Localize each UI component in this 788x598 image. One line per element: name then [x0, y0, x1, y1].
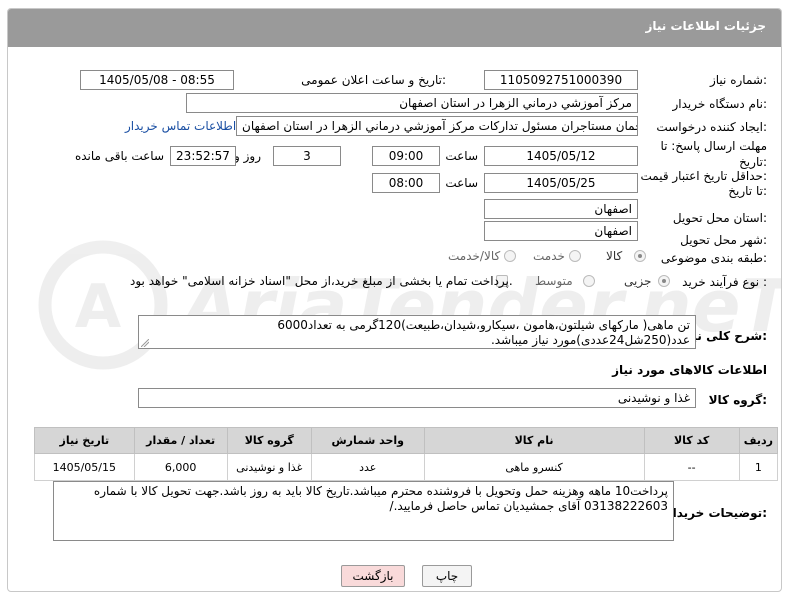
treasury-bonds-note: پرداخت تمام یا بخشی از مبلغ خرید،از محل … [130, 274, 513, 288]
goods-group-field: غذا و نوشیدنی [138, 388, 696, 408]
items-table-header-row: ردیف کد کالا نام کالا واحد شمارش گروه کا… [34, 427, 779, 454]
back-button[interactable]: بازگشت [341, 565, 405, 587]
items-table: ردیف کد کالا نام کالا واحد شمارش گروه کا… [34, 427, 779, 481]
need-number-field: 1105092751000390 [484, 70, 638, 90]
remaining-time-label: ساعت باقی مانده [74, 149, 164, 163]
price-validity-date-field: 1405/05/25 [484, 173, 638, 193]
col-header-code: کد کالا [643, 427, 740, 454]
category-radio-service[interactable] [569, 250, 581, 262]
reply-deadline-time-field: 09:00 [372, 146, 440, 166]
cell-unit: عدد [310, 453, 425, 481]
col-header-quantity: تعداد / مقدار [133, 427, 228, 454]
goods-info-title: اطلاعات کالاهای مورد نیاز [612, 363, 767, 377]
description-textarea: تن ماهی( مارکهای شیلتون،هامون ،سیکارو،شی… [138, 315, 696, 349]
print-button[interactable]: چاپ [422, 565, 472, 587]
reply-deadline-label-line1: مهلت ارسال پاسخ: تا [660, 139, 767, 153]
buyer-notes-label: توضیحات خریدار: [665, 506, 767, 520]
buyer-notes-textarea: پرداخت10 ماهه وهزینه حمل وتحویل با فروشن… [53, 481, 674, 541]
requester-field: رحمان مستاجران مسئول تدارکات مرکز آموزشي… [236, 116, 638, 136]
resize-grip-icon[interactable] [141, 339, 149, 347]
remaining-days-field: 3 [273, 146, 341, 166]
reply-deadline-label-line2: تاریخ: [739, 155, 767, 169]
buyer-org-field: مرکز آموزشي درماني الزهرا در استان اصفها… [186, 93, 638, 113]
reply-deadline-date-field: 1405/05/12 [484, 146, 638, 166]
cell-group: غذا و نوشیدنی [226, 453, 312, 481]
col-header-group: گروه کالا [226, 427, 312, 454]
cell-code: -- [643, 453, 740, 481]
col-header-unit: واحد شمارش [310, 427, 425, 454]
description-text: تن ماهی( مارکهای شیلتون،هامون ،سیکارو،شی… [277, 318, 690, 347]
price-validity-label-line1: حداقل تاریخ اعتبار قیمت: [640, 169, 767, 183]
category-option-goods-service[interactable]: کالا/خدمت [448, 249, 500, 263]
cell-need-date: 1405/05/15 [34, 453, 135, 481]
panel-title: جزئیات اطلاعات نیاز [645, 19, 766, 33]
buyer-contact-link[interactable]: اطلاعات تماس خریدار [125, 119, 236, 133]
cell-quantity: 6,000 [133, 453, 228, 481]
process-radio-medium[interactable] [583, 275, 595, 287]
process-option-minor[interactable]: جزیی [624, 274, 651, 288]
remaining-days-label: روز و [234, 149, 261, 163]
category-option-goods[interactable]: کالا [606, 249, 622, 263]
price-validity-time-label: ساعت [445, 176, 478, 190]
panel-header: جزئیات اطلاعات نیاز [8, 9, 781, 47]
cell-row-number: 1 [738, 453, 779, 481]
process-option-medium[interactable]: متوسط [535, 274, 573, 288]
delivery-province-field: اصفهان [484, 199, 638, 219]
buyer-notes-text: پرداخت10 ماهه وهزینه حمل وتحویل با فروشن… [93, 484, 668, 513]
buyer-org-label: نام دستگاه خریدار: [672, 97, 768, 111]
svg-text:A: A [75, 272, 122, 342]
reply-deadline-time-label: ساعت [445, 149, 478, 163]
need-number-label: شماره نیاز: [709, 73, 767, 87]
remaining-time-field: 23:52:57 [170, 146, 236, 166]
requester-label: ایجاد کننده درخواست: [656, 120, 767, 134]
purchase-process-label: نوع فرآیند خرید : [682, 275, 767, 289]
col-header-row: ردیف [738, 427, 779, 454]
announce-datetime-label: تاریخ و ساعت اعلان عمومی: [301, 73, 446, 87]
table-row: 1 -- کنسرو ماهی عدد غذا و نوشیدنی 6,000 … [34, 453, 779, 481]
category-radio-goods[interactable] [634, 250, 646, 262]
process-radio-minor[interactable] [658, 275, 670, 287]
delivery-city-field: اصفهان [484, 221, 638, 241]
announce-datetime-field: 1405/05/08 - 08:55 [80, 70, 234, 90]
need-details-panel: جزئیات اطلاعات نیاز A AriaTender.neT شما… [7, 8, 782, 592]
price-validity-label-line2: تا تاریخ: [728, 184, 767, 198]
price-validity-time-field: 08:00 [372, 173, 440, 193]
delivery-province-label: استان محل تحویل: [672, 211, 767, 225]
category-option-service[interactable]: خدمت [533, 249, 565, 263]
category-label: طبقه بندی موضوعی: [660, 251, 767, 265]
col-header-name: نام کالا [423, 427, 645, 454]
delivery-city-label: شهر محل تحویل: [680, 233, 767, 247]
cell-name: کنسرو ماهی [423, 453, 645, 481]
goods-group-label: گروه کالا: [708, 393, 767, 407]
col-header-need-date: تاریخ نیاز [34, 427, 135, 454]
category-radio-goods-service[interactable] [504, 250, 516, 262]
